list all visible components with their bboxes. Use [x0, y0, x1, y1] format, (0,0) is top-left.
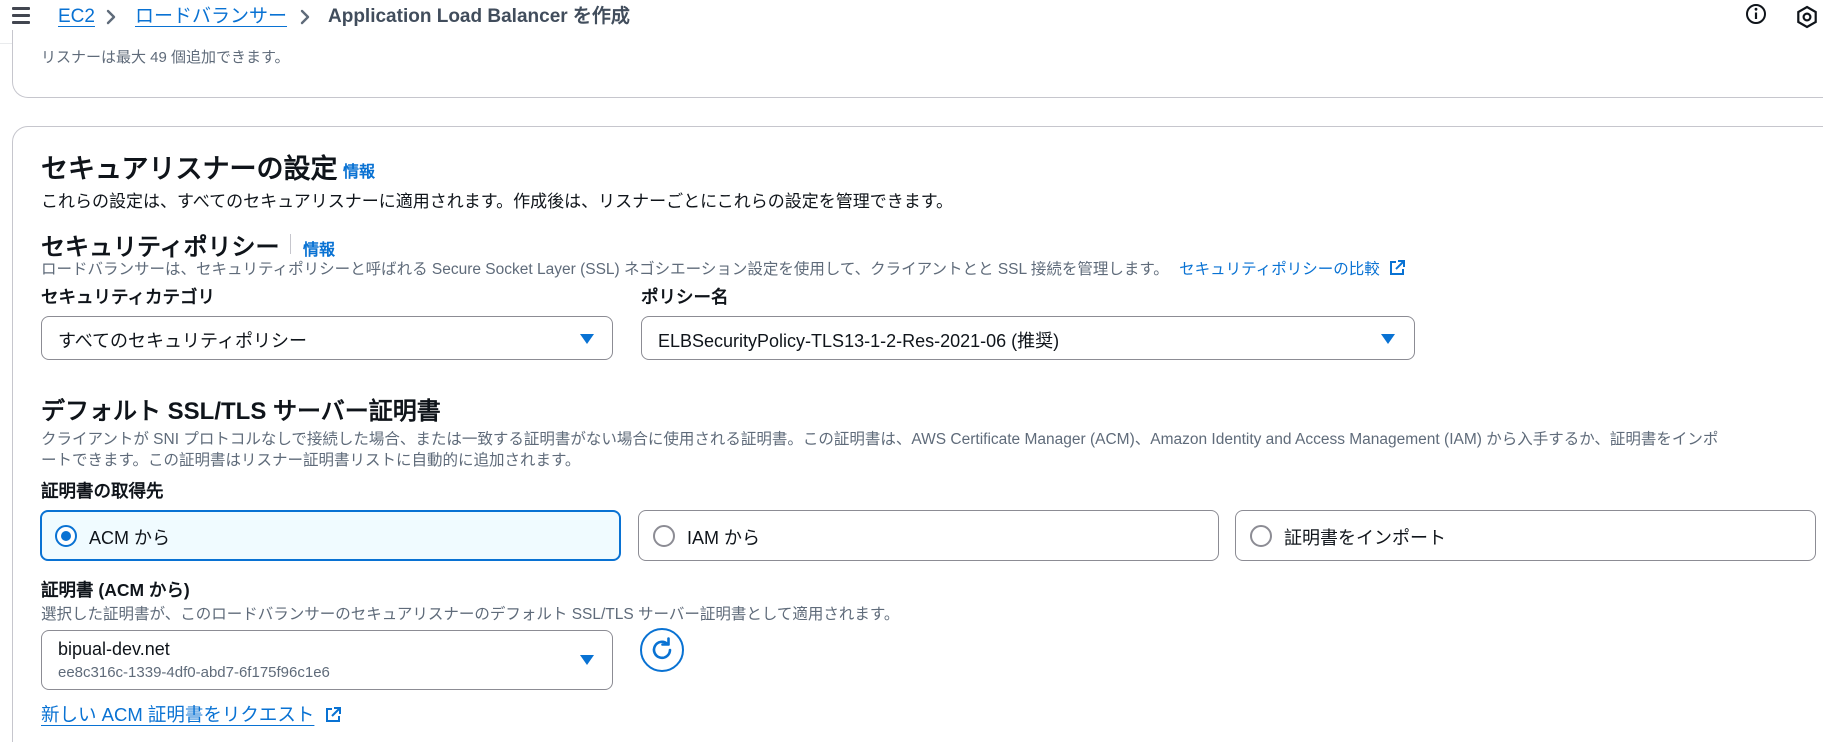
caret-down-icon — [580, 334, 594, 344]
menu-icon[interactable] — [10, 4, 32, 26]
listeners-panel: リスナーは最大 49 個追加できます。 — [12, 30, 1823, 98]
security-policy-description: ロードバランサーは、セキュリティポリシーと呼ばれる Secure Socket … — [41, 257, 1406, 279]
security-category-select[interactable]: すべてのセキュリティポリシー — [41, 316, 613, 360]
source-option-import[interactable]: 証明書をインポート — [1235, 510, 1816, 561]
radio-button[interactable] — [55, 525, 77, 547]
cert-source-label: 証明書の取得先 — [41, 481, 164, 501]
acm-cert-id: ee8c316c-1339-4df0-abd7-6f175f96c1e6 — [58, 664, 330, 681]
external-link-icon[interactable] — [1388, 259, 1406, 277]
acm-cert-name: bipual-dev.net — [58, 639, 170, 659]
policy-name-select[interactable]: ELBSecurityPolicy-TLS13-1-2-Res-2021-06 … — [641, 316, 1415, 360]
acm-cert-label: 証明書 (ACM から) — [41, 580, 190, 600]
request-acm-link-wrapper: 新しい ACM 証明書をリクエスト — [41, 701, 342, 727]
compare-policies-link[interactable]: セキュリティポリシーの比較 — [1179, 261, 1380, 278]
security-category-label: セキュリティカテゴリ — [41, 287, 215, 307]
default-cert-title: デフォルト SSL/TLS サーバー証明書 — [41, 398, 441, 425]
divider — [290, 234, 291, 254]
breadcrumb-current: Application Load Balancer を作成 — [328, 6, 630, 27]
settings-hex-icon[interactable] — [1795, 5, 1819, 29]
radio-selected-dot — [61, 531, 71, 541]
chevron-right-icon — [300, 9, 310, 25]
acm-certificate-select[interactable]: bipual-dev.net ee8c316c-1339-4df0-abd7-6… — [41, 630, 613, 690]
default-cert-description-1: クライアントが SNI プロトコルなしで接続した場合、または一致する証明書がない… — [41, 431, 1719, 448]
request-acm-cert-link[interactable]: 新しい ACM 証明書をリクエスト — [41, 704, 314, 725]
acm-cert-description: 選択した証明書が、このロードバランサーのセキュアリスナーのデフォルト SSL/T… — [41, 606, 900, 623]
source-option-iam[interactable]: IAM から — [638, 510, 1219, 561]
refresh-icon — [652, 637, 672, 660]
refresh-certificates-button[interactable] — [640, 628, 684, 672]
source-option-acm[interactable]: ACM から — [40, 510, 621, 561]
chevron-right-icon — [106, 9, 116, 25]
breadcrumb-load-balancers[interactable]: ロードバランサー — [135, 5, 287, 29]
policy-name-label: ポリシー名 — [641, 287, 729, 307]
external-link-icon[interactable] — [324, 706, 342, 724]
section-description: これらの設定は、すべてのセキュアリスナーに適用されます。作成後は、リスナーごとに… — [41, 192, 954, 211]
default-cert-description-2: ートできます。この証明書はリスナー証明書リストに自動的に追加されます。 — [41, 452, 581, 469]
listener-limit-note: リスナーは最大 49 個追加できます。 — [41, 49, 290, 66]
info-link[interactable]: 情報 — [343, 158, 375, 182]
caret-down-icon — [1381, 334, 1395, 344]
section-title: セキュアリスナーの設定 — [41, 154, 338, 184]
secure-listener-panel: セキュアリスナーの設定 情報 これらの設定は、すべてのセキュアリスナーに適用され… — [12, 126, 1823, 742]
breadcrumb-ec2[interactable]: EC2 — [58, 5, 95, 29]
info-icon[interactable] — [1744, 2, 1768, 26]
caret-down-icon — [580, 655, 594, 665]
radio-button[interactable] — [653, 525, 675, 547]
radio-button[interactable] — [1250, 525, 1272, 547]
